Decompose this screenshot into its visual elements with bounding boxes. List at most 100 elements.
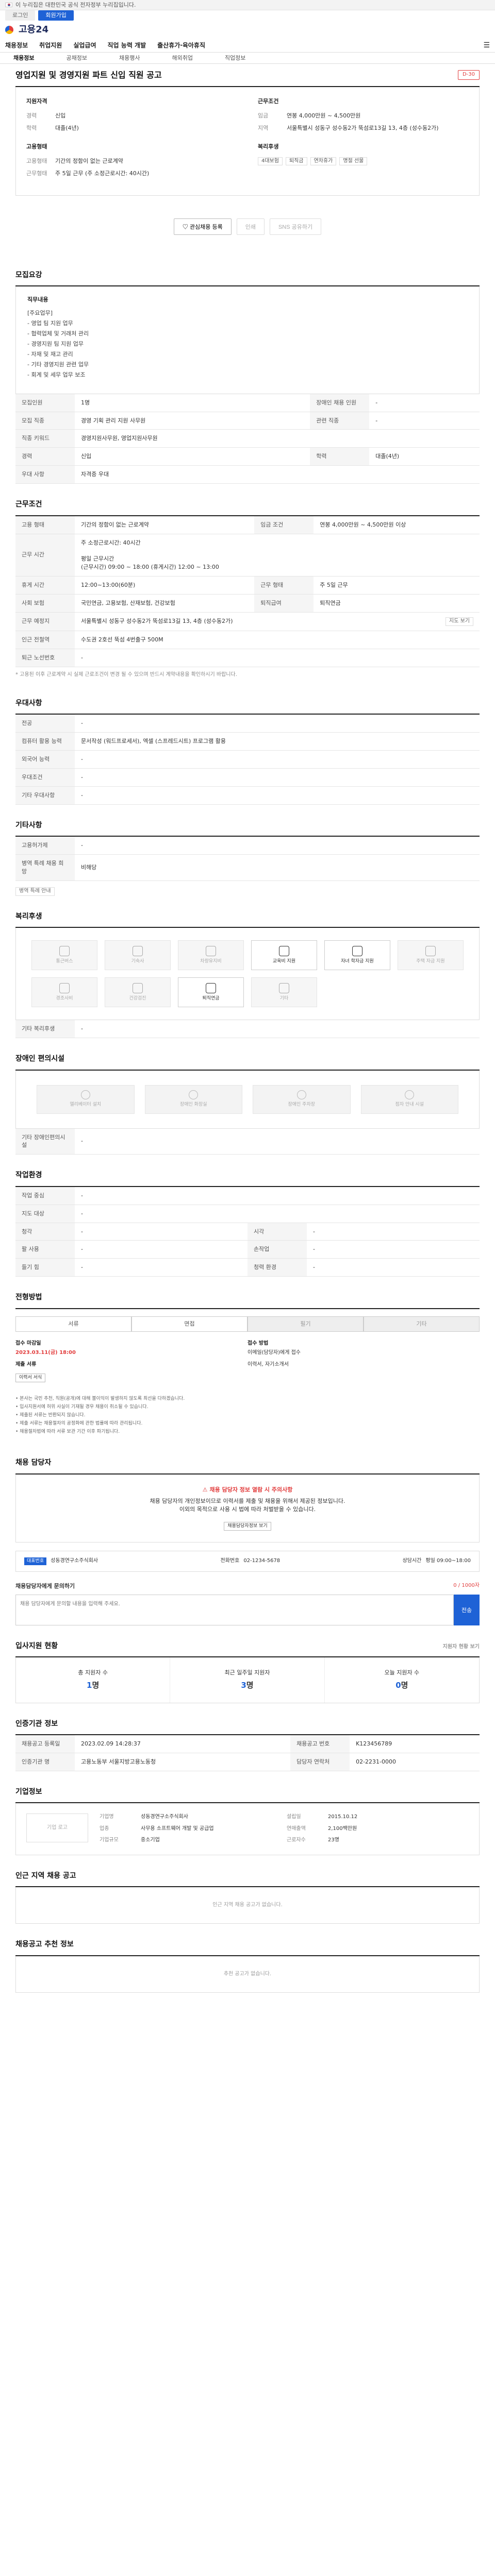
main-content: 영업지원 및 경영지원 파트 신입 직원 공고 D-30 지원자격 경력 신입 …: [15, 64, 480, 2024]
subnav-item-overseas[interactable]: 해외취업: [172, 54, 192, 62]
table-key: 직종 키워드: [15, 429, 75, 448]
apply-method: 접수 방법 이메일(담당자)에게 접수 이력서, 자기소개서: [248, 1340, 480, 1383]
join-link[interactable]: 회원가입: [38, 10, 74, 21]
section-head: 입사지원 현황 지원자 현황 보기: [15, 1641, 480, 1657]
section-title: 복리후생: [15, 911, 480, 928]
desc-line: - 협력업체 및 거래처 관리: [27, 330, 89, 337]
manage-table: 채용공고 등록일 2023.02.09 14:28:37 채용공고 번호 K1234…: [15, 1735, 480, 1771]
section-title: 인증기관 정보: [15, 1719, 480, 1735]
stat-label: 총 지원자 수: [78, 1669, 108, 1676]
table-value: 신입: [75, 447, 310, 466]
apply-method-label: 접수 방법: [248, 1340, 269, 1346]
nav-item-support[interactable]: 취업지원: [39, 41, 62, 50]
nav-item-jobs[interactable]: 채용정보: [5, 41, 28, 50]
graduation-icon: [352, 945, 362, 956]
house-icon: [425, 945, 436, 956]
share-button[interactable]: SNS 공유하기: [269, 218, 322, 235]
section-title: 장애인 편의시설: [15, 1054, 480, 1071]
table-row: 직종 키워드 경영지원사무원, 영업지원사무원: [15, 429, 480, 448]
welfare-item-dorm: 기숙사: [105, 940, 171, 971]
subnav-item-open[interactable]: 공채정보: [66, 54, 87, 62]
section-title: 채용 담당자: [15, 1458, 480, 1475]
table-key: 팔 사용: [15, 1240, 75, 1259]
site-logo[interactable]: 고용24: [19, 23, 48, 37]
scrap-button[interactable]: ♡ 관심채용 등록: [173, 218, 232, 235]
job-title: 영업지원 및 경영지원 파트 신입 직원 공고: [15, 70, 162, 80]
table-key: 외국어 능력: [15, 750, 75, 769]
workplace-section: 작업환경 작업 중심 - 지도 대상 - 청각 - 시각 - 팔 사용 - 손작업 - 들기…: [15, 1170, 480, 1277]
welfare-item-events: 경조사비: [31, 977, 97, 1008]
warning-title: 채용 담당자 정보 열람 시 주의사항: [27, 1486, 468, 1494]
apply-section: 전형방법 서류 면접 필기 기타 접수 마감일 2023.03.11(금) 18…: [15, 1292, 480, 1442]
table-row: 전공 -: [15, 715, 480, 733]
table-row: 경력 신입 학력 대졸(4년): [15, 447, 480, 466]
stats-more-link[interactable]: 지원자 현황 보기: [443, 1643, 480, 1651]
table-value: 서울특별시 성동구 성수동2가 뚝섬로13길 13, 4층 (성수동2가) 지도…: [75, 612, 480, 631]
table-row: 컴퓨터 활용 능력 문서작성 (워드프로세서), 엑셀 (스프레드시트) 프로그램…: [15, 732, 480, 751]
facility-elevator: 엘리베이터 설치: [37, 1084, 135, 1114]
welfare-item-housing: 주택 자금 지원: [398, 940, 464, 971]
table-key: 모집인원: [15, 394, 75, 412]
table-value: -: [75, 1240, 248, 1259]
nav-item-leave[interactable]: 출산휴가·육아휴직: [157, 41, 205, 50]
table-key: 청각: [15, 1223, 75, 1241]
welfare-box: 통근버스 기숙사 차량유지비 교육비 지원 자녀 학자금 지원 주택 자금 지원…: [15, 928, 480, 1021]
table-value: 경영 기획 관리 지원 사무원: [75, 412, 310, 430]
summary-row: 경력 신입: [26, 112, 237, 120]
summary-key: 고용형태: [26, 157, 47, 164]
apply-method-value: 이메일(담당자)에게 접수: [248, 1350, 301, 1356]
stat-total: 총 지원자 수 1명: [16, 1657, 171, 1703]
table-row: 근무 예정지 서울특별시 성동구 성수동2가 뚝섬로13길 13, 4층 (성수…: [15, 612, 480, 631]
login-link[interactable]: 로그인: [5, 10, 36, 21]
table-row: 팔 사용 - 손작업 -: [15, 1240, 480, 1259]
table-row: 작업 중심 -: [15, 1187, 480, 1205]
table-row: 고용허가제 -: [15, 837, 480, 855]
hamburger-menu-icon[interactable]: ☰: [483, 40, 490, 50]
health-icon: [133, 982, 143, 993]
table-value: -: [75, 1258, 248, 1277]
job-description: 직무내용 [주요업무] - 영업 팀 지원 업무 - 협력업체 및 거래처 관리…: [15, 286, 480, 394]
restroom-icon: [189, 1090, 199, 1099]
car-icon: [206, 945, 216, 956]
welfare-item-tuition: 자녀 학자금 지원: [324, 940, 390, 971]
desc-line: - 기타 경영지원 관련 업무: [27, 361, 89, 368]
table-key: 컴퓨터 활용 능력: [15, 732, 75, 751]
welfare-other-table: 기타 복리후생 -: [15, 1020, 480, 1039]
step-etc: 기타: [364, 1316, 480, 1332]
braille-icon: [405, 1090, 415, 1099]
resume-form-button[interactable]: 이력서 서식: [15, 1374, 46, 1383]
map-button[interactable]: 지도 보기: [446, 617, 473, 626]
stat-value: 0: [395, 1680, 401, 1690]
inquiry-textarea[interactable]: [15, 1594, 454, 1625]
subnav-item-events[interactable]: 채용행사: [119, 54, 140, 62]
table-row: 외국어 능력 -: [15, 750, 480, 769]
subnav-item-jobs[interactable]: 채용정보: [13, 54, 34, 62]
table-key: 퇴근 노선번호: [15, 649, 75, 667]
nav-item-training[interactable]: 직업 능력 개발: [108, 41, 146, 50]
print-button[interactable]: 인쇄: [236, 218, 265, 235]
table-row: 근무 시간 주 소정근로시간: 40시간 평일 근무시간 (근무시간) 09:00…: [15, 534, 480, 577]
inquiry-count: 0 / 1000자: [453, 1582, 480, 1588]
facilities-section: 장애인 편의시설 엘리베이터 설치 장애인 화장실 장애인 주차장 점자 안내 …: [15, 1054, 480, 1155]
subnav-item-jobinfo[interactable]: 직업정보: [225, 54, 245, 62]
show-contact-button[interactable]: 채용담당자정보 보기: [224, 1521, 271, 1531]
summary-key: 지역: [258, 125, 269, 132]
summary-row: 임금 연봉 4,000만원 ~ 4,500만원: [258, 112, 469, 120]
table-row: 사회 보험 국민연금, 고용보험, 산재보험, 건강보험 퇴직급여 퇴직연금: [15, 594, 480, 613]
table-row: 모집 직종 경영 기획 관리 지원 사무원 관련 직종 -: [15, 412, 480, 430]
gov-banner: 이 누리집은 대한민국 공식 전자정부 누리집입니다.: [0, 0, 495, 10]
table-value: 국민연금, 고용보험, 산재보험, 건강보험: [75, 594, 255, 613]
company-key: 설립일: [287, 1814, 301, 1820]
welfare-label: 통근버스: [56, 958, 73, 964]
inquiry-send-button[interactable]: 전송: [454, 1594, 480, 1625]
company-logo: 기업 로고: [26, 1814, 88, 1843]
table-row: 우대 사항 자격증 우대: [15, 465, 480, 484]
table-key: 지도 대상: [15, 1205, 75, 1223]
nav-item-benefit[interactable]: 실업급여: [73, 41, 96, 50]
welfare-grid: 통근버스 기숙사 차량유지비 교육비 지원 자녀 학자금 지원 주택 자금 지원…: [16, 928, 479, 1020]
table-value: -: [75, 1187, 480, 1205]
table-value: 기간의 정함이 없는 근로계약: [75, 516, 255, 534]
table-key: 우대조건: [15, 768, 75, 787]
apply-deadline: 2023.03.11(금) 18:00: [15, 1350, 76, 1356]
military-info-button[interactable]: 병역 특례 안내: [15, 887, 55, 896]
